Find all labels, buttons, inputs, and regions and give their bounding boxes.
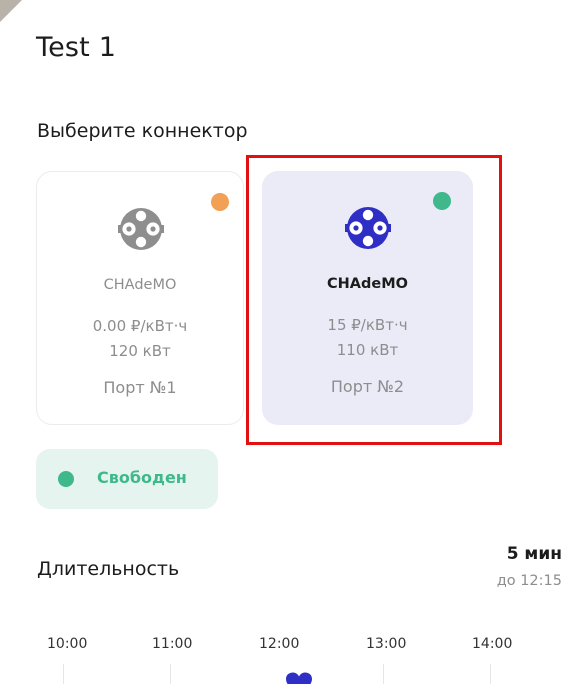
duration-value: 5 мин xyxy=(506,544,562,564)
connector-price: 0.00 ₽/кВт·ч xyxy=(92,317,188,335)
connector-card-port-1[interactable]: CHAdeMO 0.00 ₽/кВт·ч 120 кВт Порт №1 xyxy=(36,171,244,425)
section-title: Выберите коннектор xyxy=(37,120,248,142)
status-dot xyxy=(58,471,74,487)
timeline-tick-mark xyxy=(63,664,64,684)
page-title: Test 1 xyxy=(36,32,117,63)
status-dot xyxy=(211,193,229,211)
status-badge: Свободен xyxy=(36,449,218,509)
page-corner xyxy=(0,0,22,22)
timeline-tick-mark xyxy=(170,664,171,684)
connector-type: CHAdeMO xyxy=(103,277,177,293)
timeline-tick-label: 12:00 xyxy=(259,636,300,652)
timeline-slider-handle[interactable] xyxy=(285,672,313,684)
timeline-tick-label: 14:00 xyxy=(472,636,513,652)
timeline-tick-label: 11:00 xyxy=(152,636,193,652)
connector-selection-screen: Test 1 Выберите коннектор CHAdeMO 0.00 ₽… xyxy=(0,0,581,684)
timeline-tick-label: 13:00 xyxy=(366,636,407,652)
timeline-tick-label: 10:00 xyxy=(47,636,88,652)
chademo-plug-icon xyxy=(118,208,164,250)
status-label: Свободен xyxy=(97,468,187,487)
timeline-tick-mark xyxy=(490,664,491,684)
timeline-tick-mark xyxy=(383,664,384,684)
connector-port: Порт №1 xyxy=(103,378,177,397)
duration-label: Длительность xyxy=(37,558,180,580)
selection-highlight-box xyxy=(246,155,502,445)
connector-power: 120 кВт xyxy=(109,342,171,360)
duration-end-time: до 12:15 xyxy=(496,573,562,589)
